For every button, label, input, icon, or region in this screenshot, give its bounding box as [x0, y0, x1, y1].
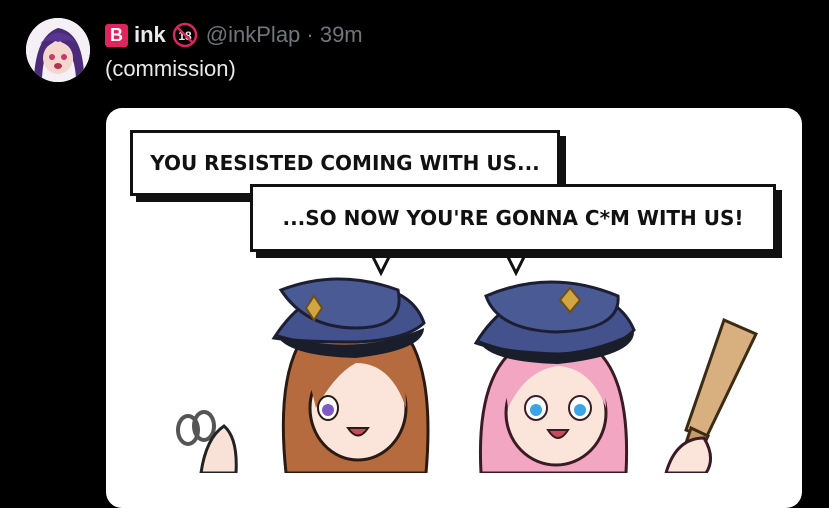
avatar-image — [26, 18, 90, 82]
paddle — [664, 317, 759, 473]
speech-bubble-2: ...SO NOW YOU'RE GONNA C*M WITH US! — [250, 184, 776, 252]
handcuffs — [176, 410, 216, 446]
display-name[interactable]: ink — [134, 22, 166, 48]
tweet-media[interactable]: YOU RESISTED COMING WITH US... ...SO NOW… — [106, 108, 802, 508]
left-character — [271, 277, 430, 473]
name-badge[interactable]: B — [105, 23, 128, 47]
avatar[interactable] — [26, 18, 90, 82]
tweet-text: (commission) — [105, 56, 236, 81]
handle-timestamp[interactable]: @inkPlap · 39m — [206, 22, 363, 48]
18-plus-icon: 18 — [172, 22, 198, 48]
right-character — [473, 280, 636, 473]
tweet-header: B ink 18 @inkPlap · 39m — [105, 20, 363, 50]
